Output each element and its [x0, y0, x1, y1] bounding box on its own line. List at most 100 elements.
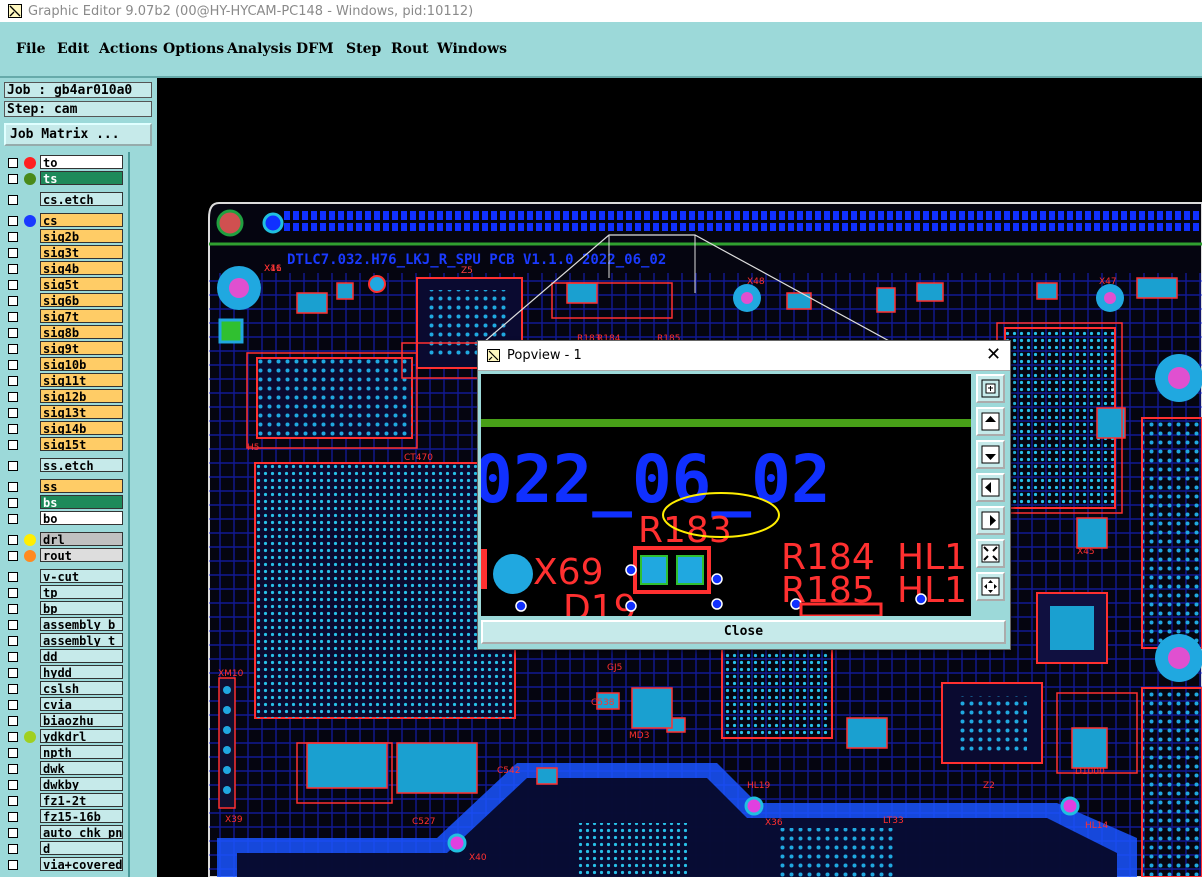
layer-checkbox[interactable]: [8, 296, 18, 306]
layer-checkbox[interactable]: [8, 514, 18, 524]
layer-color-icon[interactable]: [24, 827, 36, 839]
popview-zoom-view[interactable]: 022_06_02 R183 R184 R185 X69 D19 HL1 HL1: [481, 374, 971, 616]
layer-color-icon[interactable]: [24, 194, 36, 206]
layer-name[interactable]: d: [40, 841, 123, 855]
layer-row-ydkdrl[interactable]: ydkdrl: [4, 729, 126, 745]
layer-row-dwkby[interactable]: dwkby: [4, 777, 126, 793]
layer-row-sig12b[interactable]: sig12b: [4, 389, 126, 405]
layer-row-cs-etch[interactable]: cs.etch: [4, 192, 126, 208]
layer-name[interactable]: sig5t: [40, 277, 123, 291]
layer-checkbox[interactable]: [8, 424, 18, 434]
layer-row-hydd[interactable]: hydd: [4, 665, 126, 681]
layer-color-icon[interactable]: [24, 375, 36, 387]
layer-row-assembly-b[interactable]: assembly_b: [4, 617, 126, 633]
layer-name[interactable]: sig6b: [40, 293, 123, 307]
layer-checkbox[interactable]: [8, 732, 18, 742]
layer-checkbox[interactable]: [8, 716, 18, 726]
layer-checkbox[interactable]: [8, 588, 18, 598]
layer-checkbox[interactable]: [8, 174, 18, 184]
layer-color-icon[interactable]: [24, 859, 36, 871]
layer-row-sig8b[interactable]: sig8b: [4, 325, 126, 341]
layer-row-assembly-t[interactable]: assembly_t: [4, 633, 126, 649]
layer-name[interactable]: sig15t: [40, 437, 123, 451]
layer-row-ss-etch[interactable]: ss.etch: [4, 458, 126, 474]
layer-color-icon[interactable]: [24, 843, 36, 855]
layer-checkbox[interactable]: [8, 376, 18, 386]
layer-row-ss[interactable]: ss: [4, 479, 126, 495]
layer-color-icon[interactable]: [24, 439, 36, 451]
layer-row-npth[interactable]: npth: [4, 745, 126, 761]
layer-row-v-cut[interactable]: v-cut: [4, 569, 126, 585]
layer-checkbox[interactable]: [8, 764, 18, 774]
layer-row-d[interactable]: d: [4, 841, 126, 857]
layer-color-icon[interactable]: [24, 731, 36, 743]
layer-color-icon[interactable]: [24, 247, 36, 259]
layer-name[interactable]: drl: [40, 532, 123, 546]
layer-checkbox[interactable]: [8, 482, 18, 492]
layer-checkbox[interactable]: [8, 652, 18, 662]
layer-checkbox[interactable]: [8, 408, 18, 418]
zoom-out-button[interactable]: [976, 539, 1005, 568]
layer-checkbox[interactable]: [8, 158, 18, 168]
layer-color-icon[interactable]: [24, 423, 36, 435]
layer-row-to[interactable]: to: [4, 155, 126, 171]
layer-checkbox[interactable]: [8, 461, 18, 471]
layer-row-bs[interactable]: bs: [4, 495, 126, 511]
layer-checkbox[interactable]: [8, 748, 18, 758]
layer-checkbox[interactable]: [8, 780, 18, 790]
layer-row-sig4b[interactable]: sig4b: [4, 261, 126, 277]
layer-color-icon[interactable]: [24, 699, 36, 711]
layer-checkbox[interactable]: [8, 636, 18, 646]
layer-row-sig10b[interactable]: sig10b: [4, 357, 126, 373]
layer-name[interactable]: dwkby: [40, 777, 123, 791]
layer-list-scrollbar[interactable]: [128, 152, 155, 877]
layer-name[interactable]: v-cut: [40, 569, 123, 583]
layer-name[interactable]: npth: [40, 745, 123, 759]
layer-name[interactable]: sig12b: [40, 389, 123, 403]
layer-checkbox[interactable]: [8, 392, 18, 402]
layer-name[interactable]: rout: [40, 548, 123, 562]
layer-name[interactable]: sig4b: [40, 261, 123, 275]
layer-name[interactable]: ydkdrl: [40, 729, 123, 743]
layer-name[interactable]: sig9t: [40, 341, 123, 355]
layer-color-icon[interactable]: [24, 651, 36, 663]
layer-checkbox[interactable]: [8, 684, 18, 694]
layer-checkbox[interactable]: [8, 535, 18, 545]
layer-row-via-covered[interactable]: via+covered: [4, 857, 126, 873]
layer-row-bo[interactable]: bo: [4, 511, 126, 527]
layer-color-icon[interactable]: [24, 534, 36, 546]
layer-color-icon[interactable]: [24, 279, 36, 291]
layer-color-icon[interactable]: [24, 295, 36, 307]
layer-checkbox[interactable]: [8, 700, 18, 710]
layer-name[interactable]: tp: [40, 585, 123, 599]
layer-checkbox[interactable]: [8, 344, 18, 354]
layer-color-icon[interactable]: [24, 763, 36, 775]
layer-name[interactable]: ss: [40, 479, 123, 493]
layer-color-icon[interactable]: [24, 391, 36, 403]
menu-dfm[interactable]: DFM: [296, 41, 334, 57]
menu-options[interactable]: Options: [163, 41, 224, 57]
layer-color-icon[interactable]: [24, 635, 36, 647]
layer-row-dwk[interactable]: dwk: [4, 761, 126, 777]
layer-name[interactable]: assembly_b: [40, 617, 123, 631]
layer-color-icon[interactable]: [24, 779, 36, 791]
layer-row-sig15t[interactable]: sig15t: [4, 437, 126, 453]
layer-name[interactable]: cs.etch: [40, 192, 123, 206]
layer-color-icon[interactable]: [24, 683, 36, 695]
layer-checkbox[interactable]: [8, 216, 18, 226]
layer-name[interactable]: sig10b: [40, 357, 123, 371]
layer-row-drl[interactable]: drl: [4, 532, 126, 548]
layer-checkbox[interactable]: [8, 796, 18, 806]
layer-checkbox[interactable]: [8, 551, 18, 561]
layer-color-icon[interactable]: [24, 157, 36, 169]
layer-checkbox[interactable]: [8, 844, 18, 854]
layer-checkbox[interactable]: [8, 232, 18, 242]
close-icon[interactable]: ✕: [986, 344, 1001, 365]
layer-row-fz1-2t[interactable]: fz1-2t: [4, 793, 126, 809]
layer-name[interactable]: to: [40, 155, 123, 169]
layer-checkbox[interactable]: [8, 860, 18, 870]
layer-name[interactable]: cslsh: [40, 681, 123, 695]
layer-row-cslsh[interactable]: cslsh: [4, 681, 126, 697]
layer-checkbox[interactable]: [8, 668, 18, 678]
job-matrix-button[interactable]: Job Matrix ...: [4, 123, 152, 146]
